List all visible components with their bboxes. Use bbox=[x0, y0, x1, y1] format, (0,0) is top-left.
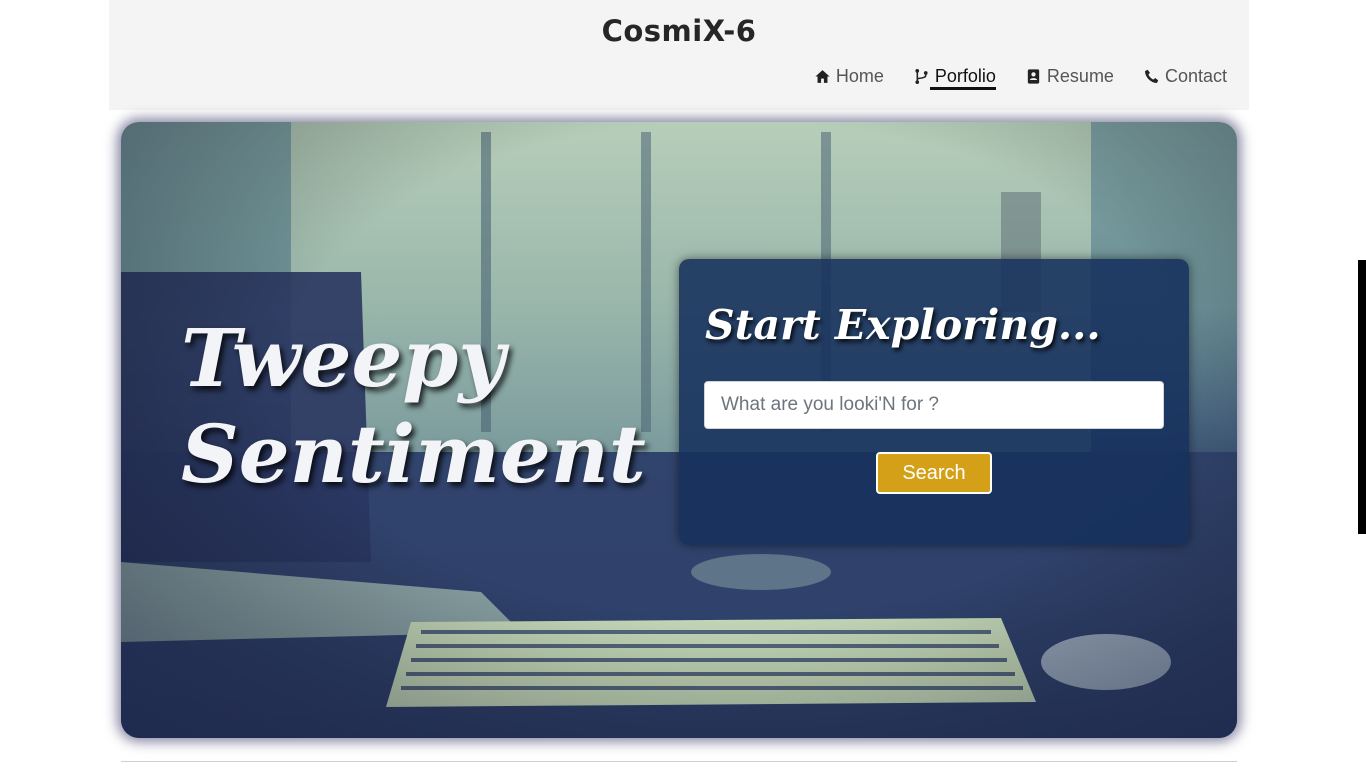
footer-divider bbox=[121, 761, 1237, 762]
hero-title: Tweepy Sentiment bbox=[181, 310, 646, 502]
nav-item-contact[interactable]: Contact bbox=[1143, 64, 1227, 88]
scrollbar-thumb[interactable] bbox=[1358, 260, 1366, 534]
site-header: CosmiX-6 Home Porfolio Resume Contact bbox=[109, 0, 1249, 110]
search-input[interactable] bbox=[704, 381, 1164, 429]
main-nav: Home Porfolio Resume Contact bbox=[814, 64, 1227, 88]
page: CosmiX-6 Home Porfolio Resume Contact Tw… bbox=[0, 0, 1366, 768]
nav-label-portfolio: Porfolio bbox=[934, 65, 996, 86]
search-panel: Start Exploring... Search bbox=[679, 259, 1189, 545]
brand-title[interactable]: CosmiX-6 bbox=[109, 14, 1249, 48]
nav-label-resume: Resume bbox=[1046, 65, 1114, 86]
nav-label-contact: Contact bbox=[1164, 65, 1227, 86]
panel-title: Start Exploring... bbox=[705, 301, 1101, 349]
hero-title-line2: Sentiment bbox=[181, 407, 646, 501]
nav-label-home: Home bbox=[835, 65, 884, 86]
nav-item-resume[interactable]: Resume bbox=[1025, 64, 1114, 88]
hero-banner: Tweepy Sentiment Start Exploring... Sear… bbox=[121, 122, 1237, 738]
home-icon bbox=[815, 69, 830, 83]
code-branch-icon bbox=[915, 68, 928, 84]
nav-item-portfolio[interactable]: Porfolio bbox=[913, 64, 996, 88]
id-card-icon bbox=[1027, 68, 1040, 84]
nav-item-home[interactable]: Home bbox=[814, 64, 884, 88]
phone-icon bbox=[1144, 69, 1159, 83]
search-button[interactable]: Search bbox=[876, 452, 992, 494]
hero-title-line1: Tweepy bbox=[181, 311, 505, 405]
